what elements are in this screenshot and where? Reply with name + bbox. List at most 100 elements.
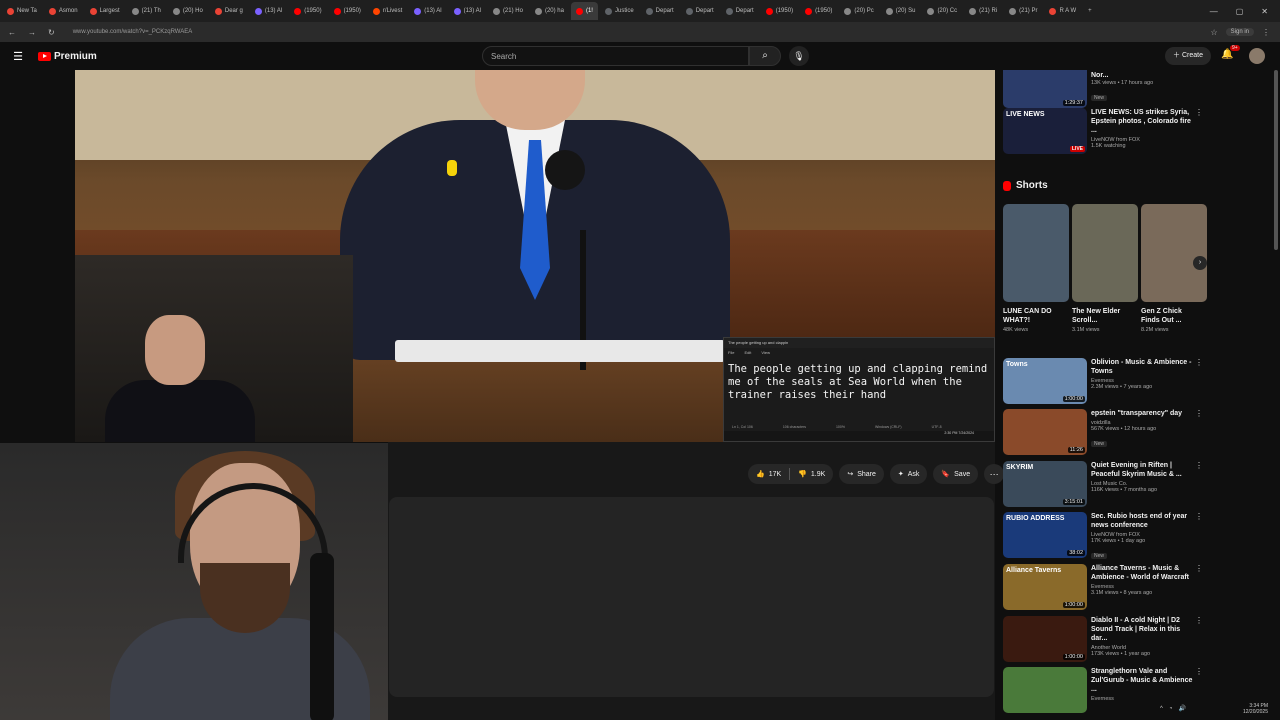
browser-tab[interactable]: (1950) (761, 2, 798, 20)
shorts-next-button[interactable]: › (1193, 256, 1207, 270)
dislike-button[interactable]: 👎 1.9K (790, 470, 833, 479)
search-button[interactable]: ⌕ (749, 46, 781, 66)
browser-tab[interactable]: (21) Th (127, 2, 166, 20)
video-title[interactable]: Stranglethorn Vale and Zul'Gurub - Music… (1091, 667, 1193, 694)
browser-tab[interactable]: Largest (85, 2, 125, 20)
browser-tab[interactable]: (20) Su (881, 2, 921, 20)
system-clock[interactable]: 3:34 PM 12/20/2025 (1243, 703, 1280, 715)
bookmark-icon[interactable]: ☆ (1210, 28, 1217, 37)
browser-tab[interactable]: New Ta (2, 2, 42, 20)
video-thumbnail[interactable]: 1:29:37 (1003, 70, 1087, 108)
minimize-icon[interactable]: — (1210, 7, 1218, 16)
browser-tab[interactable]: (1950) (289, 2, 326, 20)
browser-tab[interactable]: (21) Ho (488, 2, 528, 20)
video-thumbnail[interactable]: 11:26 (1003, 409, 1087, 455)
sign-in-button[interactable]: Sign in (1225, 28, 1254, 36)
short-title[interactable]: LUNE CAN DO WHAT?! (1003, 307, 1069, 325)
browser-tab[interactable]: (13) Al (250, 2, 287, 20)
short-thumbnail[interactable] (1003, 204, 1069, 302)
browser-tab[interactable]: R A W (1044, 2, 1081, 20)
recommended-video[interactable]: SKYRIM 3:15:01 Quiet Evening in Riften | P… (1003, 461, 1203, 507)
new-tab-button[interactable]: + (1083, 2, 1097, 20)
short-card[interactable]: The New Elder Scroll... 3.1M views (1072, 204, 1138, 333)
browser-tab[interactable]: (1! (570, 2, 598, 20)
video-player[interactable]: The people getting up and clappin File E… (75, 70, 995, 442)
video-thumbnail[interactable]: LIVE NEWS LIVE (1003, 108, 1087, 154)
more-actions-button[interactable]: ⋯ (984, 464, 1005, 484)
video-thumbnail[interactable]: RUBIO ADDRESS 38:02 (1003, 512, 1087, 558)
more-vertical-icon[interactable]: ⋮ (1195, 461, 1203, 470)
recommended-video[interactable]: 1:00:00 Diablo II - A cold Night | D2 Sou… (1003, 616, 1203, 662)
back-icon[interactable]: ← (8, 28, 16, 37)
create-button[interactable]: ＋ Create (1165, 47, 1211, 65)
video-title[interactable]: Alliance Taverns - Music & Ambience - Wo… (1091, 564, 1193, 582)
video-title[interactable]: epstein "transparency" day (1091, 409, 1193, 418)
close-window-icon[interactable]: ✕ (1261, 7, 1268, 16)
browser-tab[interactable]: (1950) (800, 2, 837, 20)
browser-tab[interactable]: (13) Al (409, 2, 446, 20)
browser-tab[interactable]: (13) Al (449, 2, 486, 20)
more-vertical-icon[interactable]: ⋮ (1195, 564, 1203, 573)
recommended-video[interactable]: 1:29:37 economy in Rocky Mount, Nor...13K… (1003, 70, 1203, 108)
more-vertical-icon[interactable]: ⋮ (1195, 108, 1203, 117)
browser-tab[interactable]: (1950) (329, 2, 366, 20)
speaker-icon[interactable]: 🔊 (1178, 705, 1185, 712)
video-title[interactable]: Diablo II - A cold Night | D2 Sound Trac… (1091, 616, 1193, 643)
video-title[interactable]: economy in Rocky Mount, Nor... (1091, 70, 1193, 80)
browser-tab[interactable]: Depart (721, 2, 759, 20)
hamburger-menu-icon[interactable]: ☰ (8, 50, 28, 63)
browser-tab[interactable]: Justice (600, 2, 639, 20)
browser-tab[interactable]: (20) Cc (922, 2, 962, 20)
video-title[interactable]: Quiet Evening in Riften | Peaceful Skyri… (1091, 461, 1193, 479)
browser-tab[interactable]: (21) Ri (964, 2, 1002, 20)
recommended-video[interactable]: Alliance Taverns 1:00:00 Alliance Taverns … (1003, 564, 1203, 610)
browser-tab[interactable]: (20) ha (530, 2, 569, 20)
share-button[interactable]: ↪ Share (839, 464, 884, 484)
ask-button[interactable]: ✦ Ask (889, 464, 928, 484)
url-field[interactable]: www.youtube.com/watch?v=_PCKzqRWAEA (73, 29, 193, 35)
video-thumbnail[interactable]: 1:00:00 (1003, 616, 1087, 662)
browser-tab[interactable]: Depart (681, 2, 719, 20)
video-title[interactable]: Sec. Rubio hosts end of year news confer… (1091, 512, 1193, 530)
browser-tab[interactable]: (20) Ho (168, 2, 208, 20)
browser-tab[interactable]: Asmon (44, 2, 83, 20)
browser-tab[interactable]: Depart (641, 2, 679, 20)
more-vertical-icon[interactable]: ⋮ (1195, 70, 1203, 71)
video-thumbnail[interactable]: Towns 1:00:00 (1003, 358, 1087, 404)
forward-icon[interactable]: → (28, 28, 36, 37)
more-vertical-icon[interactable]: ⋮ (1195, 409, 1203, 418)
recommended-video[interactable]: 11:26 epstein "transparency" day voidzilla… (1003, 409, 1203, 455)
more-vertical-icon[interactable]: ⋮ (1195, 667, 1203, 676)
account-avatar[interactable] (1249, 48, 1265, 64)
more-vertical-icon[interactable]: ⋮ (1195, 358, 1203, 367)
youtube-logo[interactable]: Premium (38, 51, 97, 62)
recommended-video[interactable]: LIVE NEWS LIVE LIVE NEWS: US strikes Syria… (1003, 108, 1203, 154)
browser-tab[interactable]: (20) Pc (839, 2, 878, 20)
browser-tab[interactable]: r/Livest (368, 2, 407, 20)
reload-icon[interactable]: ↻ (48, 28, 55, 37)
tray-chevron-icon[interactable]: ^ (1160, 706, 1163, 712)
save-button[interactable]: 🔖 Save (933, 464, 979, 484)
like-button[interactable]: 👍 17K (748, 470, 789, 479)
video-thumbnail[interactable] (1003, 667, 1087, 713)
voice-search-button[interactable]: 🎙 (789, 46, 809, 66)
short-title[interactable]: The New Elder Scroll... (1072, 307, 1138, 325)
description-box[interactable] (389, 497, 994, 697)
video-thumbnail[interactable]: SKYRIM 3:15:01 (1003, 461, 1087, 507)
short-card[interactable]: LUNE CAN DO WHAT?! 48K views (1003, 204, 1069, 333)
more-vertical-icon[interactable]: ⋮ (1195, 616, 1203, 625)
video-title[interactable]: Oblivion - Music & Ambience - Towns (1091, 358, 1193, 376)
maximize-icon[interactable]: ▢ (1236, 7, 1244, 16)
short-thumbnail[interactable] (1141, 204, 1207, 302)
more-vertical-icon[interactable]: ⋮ (1195, 512, 1203, 521)
video-title[interactable]: LIVE NEWS: US strikes Syria, Epstein pho… (1091, 108, 1193, 135)
recommended-video[interactable]: Towns 1:00:00 Oblivion - Music & Ambience … (1003, 358, 1203, 404)
browser-tab[interactable]: Dear g (210, 2, 248, 20)
short-title[interactable]: Gen Z Chick Finds Out ... (1141, 307, 1207, 325)
extensions-icon[interactable]: ⋮ (1262, 28, 1270, 37)
short-thumbnail[interactable] (1072, 204, 1138, 302)
search-input[interactable]: Search (482, 46, 749, 66)
video-thumbnail[interactable]: Alliance Taverns 1:00:00 (1003, 564, 1087, 610)
browser-tab[interactable]: (21) Pr (1004, 2, 1042, 20)
recommended-video[interactable]: RUBIO ADDRESS 38:02 Sec. Rubio hosts end o… (1003, 512, 1203, 562)
